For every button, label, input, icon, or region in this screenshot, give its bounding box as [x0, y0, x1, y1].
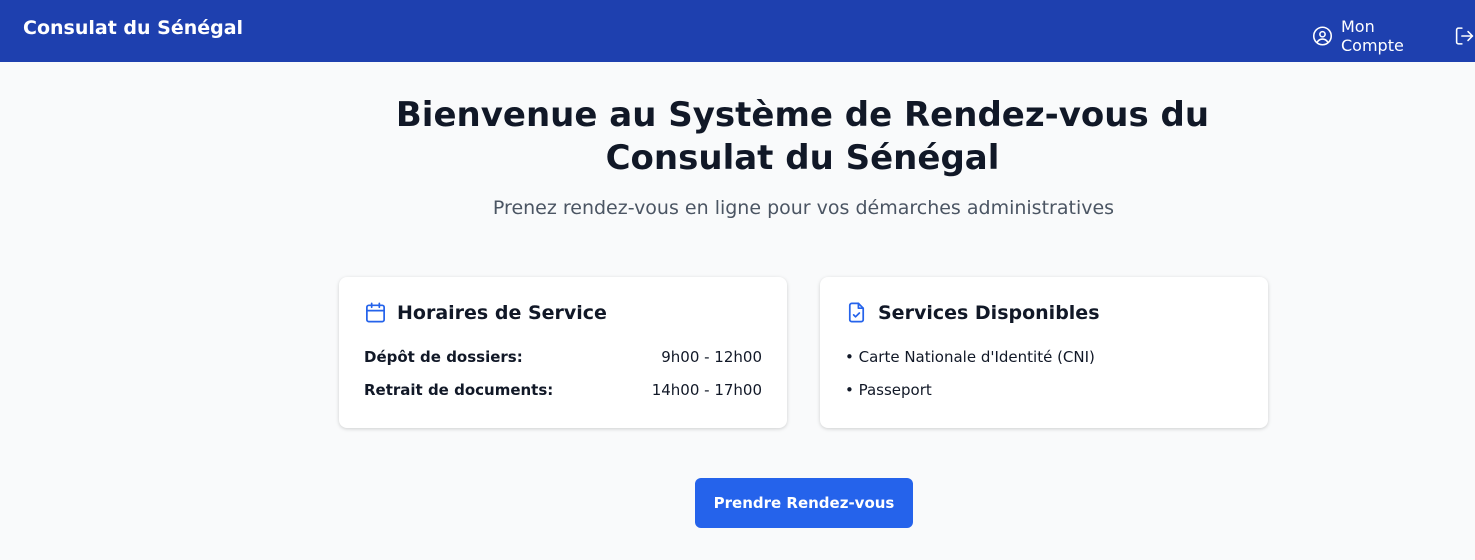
top-navbar: Consulat du Sénégal Mon Compte — [0, 0, 1475, 62]
logout-icon[interactable] — [1454, 25, 1475, 47]
available-services-title: Services Disponibles — [878, 301, 1100, 324]
available-services-header: Services Disponibles — [845, 301, 1100, 324]
page-title: Bienvenue au Système de Rendez-vous du C… — [0, 94, 1475, 180]
available-services-card: Services Disponibles • Carte Nationale d… — [820, 277, 1268, 428]
book-appointment-button[interactable]: Prendre Rendez-vous — [695, 478, 913, 528]
service-item-cni: • Carte Nationale d'Identité (CNI) — [845, 348, 1095, 366]
document-check-icon — [848, 302, 865, 323]
service-hours-card: Horaires de Service Dépôt de dossiers: 9… — [339, 277, 787, 428]
hours-row-value: 14h00 - 17h00 — [651, 381, 762, 399]
service-hours-header: Horaires de Service — [364, 301, 607, 324]
hours-row-pickup: Retrait de documents: 14h00 - 17h00 — [364, 381, 762, 399]
nav-right: Mon Compte — [1312, 17, 1475, 55]
account-link[interactable]: Mon Compte — [1312, 17, 1438, 55]
hours-row-value: 9h00 - 12h00 — [661, 348, 762, 366]
hours-row-label: Dépôt de dossiers: — [364, 348, 523, 366]
brand-title[interactable]: Consulat du Sénégal — [23, 17, 243, 39]
service-hours-title: Horaires de Service — [397, 301, 607, 324]
account-label: Mon Compte — [1340, 17, 1404, 55]
page-title-text: Bienvenue au Système de Rendez-vous du C… — [395, 95, 1210, 178]
page-subtitle: Prenez rendez-vous en ligne pour vos dém… — [492, 197, 1115, 219]
hours-row-label: Retrait de documents: — [364, 381, 554, 399]
service-item-passport: • Passeport — [845, 381, 932, 399]
user-circle-icon — [1312, 26, 1333, 46]
calendar-icon — [366, 302, 385, 323]
hours-row-deposit: Dépôt de dossiers: 9h00 - 12h00 — [364, 348, 762, 366]
